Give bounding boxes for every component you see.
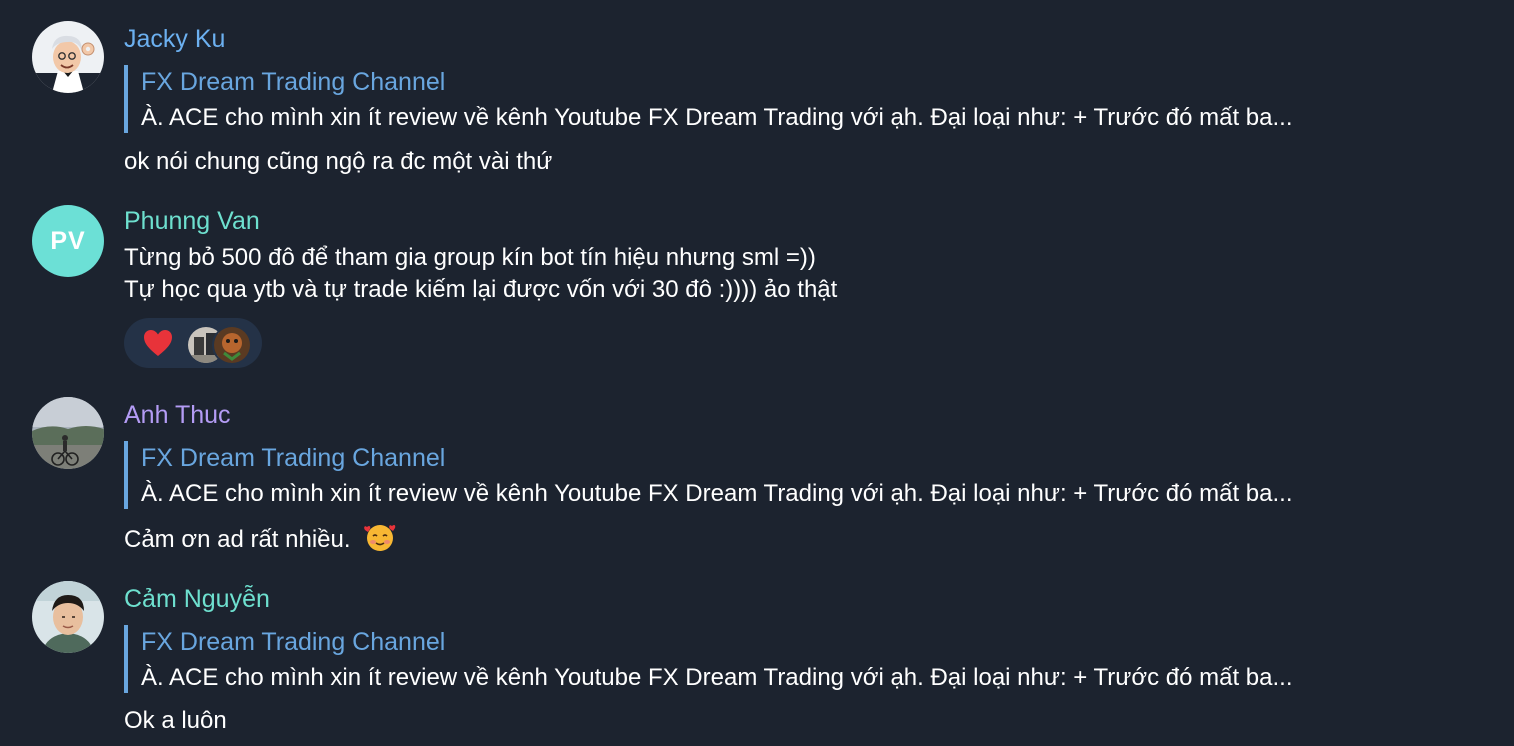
avatar[interactable] [32, 21, 104, 93]
reply-preview[interactable]: FX Dream Trading Channel À. ACE cho mình… [124, 441, 1444, 509]
avatar[interactable] [32, 397, 104, 469]
reply-text: À. ACE cho mình xin ít review về kênh Yo… [141, 664, 1293, 691]
reaction-bar[interactable] [124, 318, 262, 368]
message-text: ok nói chung cũng ngộ ra đc một vài thứ [124, 148, 553, 175]
message-text-row: Cảm ơn ad rất nhiều. [124, 521, 397, 556]
heart-icon [144, 330, 172, 356]
smiling-face-with-hearts-icon [364, 524, 396, 551]
jacky-avatar-illustration [32, 21, 104, 93]
reply-text: À. ACE cho mình xin ít review về kênh Yo… [141, 480, 1293, 507]
anh-thuc-avatar-photo [32, 397, 104, 469]
reply-title: FX Dream Trading Channel [141, 68, 446, 96]
sender-name[interactable]: Cảm Nguyễn [124, 583, 270, 615]
reply-title: FX Dream Trading Channel [141, 628, 446, 656]
reactor-avatar-2[interactable] [212, 325, 252, 365]
sender-name[interactable]: Anh Thuc [124, 399, 231, 431]
reactor-avatar-2-image [214, 327, 250, 363]
message-text-line: Tự học qua ytb và tự trade kiếm lại được… [124, 276, 838, 303]
message-text-line: Từng bỏ 500 đô để tham gia group kín bot… [124, 244, 816, 271]
reply-title: FX Dream Trading Channel [141, 444, 446, 472]
sender-name[interactable]: Phunng Van [124, 205, 260, 237]
message-text: Cảm ơn ad rất nhiều. [124, 526, 351, 553]
sender-name[interactable]: Jacky Ku [124, 23, 225, 55]
avatar[interactable] [32, 581, 104, 653]
reply-text: À. ACE cho mình xin ít review về kênh Yo… [141, 104, 1293, 131]
cam-nguyen-avatar-photo [32, 581, 104, 653]
reply-preview[interactable]: FX Dream Trading Channel À. ACE cho mình… [124, 65, 1444, 133]
reply-preview[interactable]: FX Dream Trading Channel À. ACE cho mình… [124, 625, 1444, 693]
chat-message-list[interactable]: Jacky Ku FX Dream Trading Channel À. ACE… [0, 0, 1514, 746]
message-text: Ok a luôn [124, 707, 227, 734]
avatar[interactable]: PV [32, 205, 104, 277]
